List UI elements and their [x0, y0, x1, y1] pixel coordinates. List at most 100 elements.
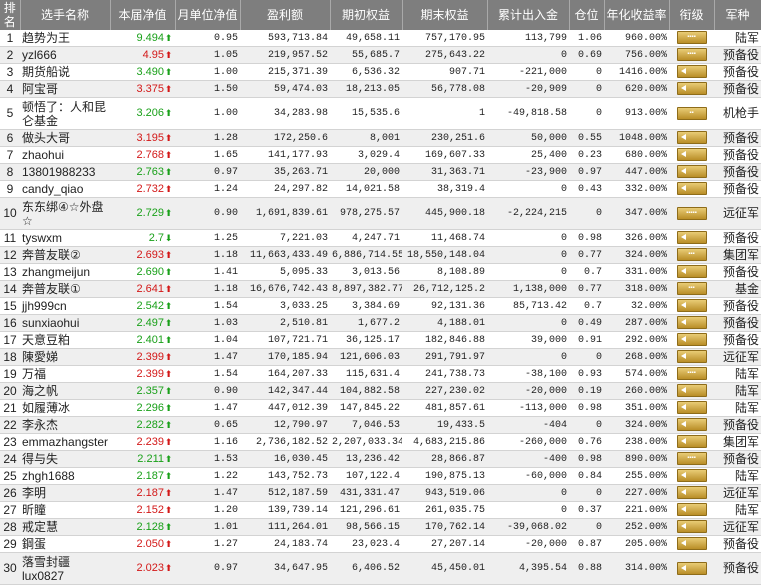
position-cell: 0.98	[569, 399, 604, 417]
table-row[interactable]: 5 顿悟了：人和昆仑基金 3.206⬆ 1.00 34,283.98 15,535.6 1-…	[0, 97, 761, 130]
player-name-link[interactable]: jjh999cn	[20, 297, 110, 315]
table-row[interactable]: 27 昕瞳 2.152⬆ 1.20 139,739.14 121,296.61 261,03…	[0, 501, 761, 519]
col-start-equity[interactable]: 期初权益	[330, 0, 403, 30]
position-cell: 0	[569, 197, 604, 230]
player-name-link[interactable]: emmazhangster	[20, 433, 110, 451]
table-row[interactable]: 1 趋势为王 9.494⬆ 0.95 593,713.84 49,658.11 757,17…	[0, 30, 761, 47]
table-row[interactable]: 29 鋼蛋 2.050⬆ 1.27 24,183.74 23,023.4 27,207.14…	[0, 535, 761, 553]
start-equity-cell: 1,677.2	[330, 314, 402, 332]
branch-cell: 预备役	[714, 80, 761, 98]
start-equity-cell: 6,406.52	[330, 552, 402, 585]
month-nav-cell: 0.90	[175, 382, 240, 400]
player-name-link[interactable]: 李永杰	[20, 416, 110, 434]
table-row[interactable]: 6 做头大哥 3.195⬆ 1.28 172,250.6 8,001 230,251.6 50…	[0, 129, 761, 147]
table-row[interactable]: 17 天意豆粕 2.401⬆ 1.04 107,721.71 36,125.17 182,8…	[0, 331, 761, 349]
table-row[interactable]: 30 落雪封疆 lux0827 2.023⬆ 0.97 34,647.95 6,406.5…	[0, 552, 761, 585]
player-name-link[interactable]: zhgh1688	[20, 467, 110, 485]
rank-cell: 12	[0, 246, 20, 264]
table-row[interactable]: 15 jjh999cn 2.542⬆ 1.54 3,033.25 3,384.69 92,1…	[0, 297, 761, 315]
trend-arrow-icon: ⬆	[164, 66, 173, 77]
player-name-link[interactable]: 天意豆粕	[20, 331, 110, 349]
player-name-link[interactable]: sunxiaohui	[20, 314, 110, 332]
col-profit[interactable]: 盈利额	[240, 0, 331, 30]
table-row[interactable]: 19 万福 2.399⬆ 1.54 164,207.33 115,631.4 241,738…	[0, 365, 761, 383]
month-nav-cell: 1.27	[175, 535, 240, 553]
table-row[interactable]: 18 陳愛娣 2.399⬆ 1.47 170,185.94 121,606.03 291,7…	[0, 348, 761, 366]
player-name-link[interactable]: yzl666	[20, 46, 110, 64]
player-name-link[interactable]: 做头大哥	[20, 129, 110, 147]
player-name-link[interactable]: 东东绑④☆外盘☆	[20, 197, 110, 230]
player-name-link[interactable]: 得与失	[20, 450, 110, 468]
player-name-link[interactable]: 戒定慧	[20, 518, 110, 536]
branch-cell: 陆军	[714, 501, 761, 519]
nav-value: 2.729	[136, 207, 164, 219]
table-row[interactable]: 23 emmazhangster 2.239⬆ 1.16 2,736,182.52 2,2…	[0, 433, 761, 451]
col-rank-badge[interactable]: 衔级	[669, 0, 715, 30]
end-equity-cell: 169,607.33	[402, 146, 487, 164]
col-position[interactable]: 仓位	[569, 0, 605, 30]
table-row[interactable]: 13 zhangmeijun 2.690⬆ 1.41 5,095.33 3,013.56 8…	[0, 263, 761, 281]
table-row[interactable]: 9 candy_qiao 2.732⬆ 1.24 24,297.82 14,021.58 3…	[0, 180, 761, 198]
nav-cell: 2.211⬆	[110, 450, 175, 468]
rank-badge-cell	[669, 416, 714, 434]
player-name-link[interactable]: 期货船说	[20, 63, 110, 81]
player-name-link[interactable]: 顿悟了：人和昆仑基金	[20, 97, 110, 130]
player-name-link[interactable]: 落雪封疆 lux0827	[20, 552, 110, 585]
player-name-link[interactable]: 鋼蛋	[20, 535, 110, 553]
branch-cell: 预备役	[714, 535, 761, 553]
table-row[interactable]: 3 期货船说 3.490⬆ 1.00 215,371.39 6,536.32 907.71-…	[0, 63, 761, 81]
rank-cell: 30	[0, 552, 20, 585]
player-name-link[interactable]: 13801988233	[20, 163, 110, 181]
col-name[interactable]: 选手名称	[20, 0, 111, 30]
rank-badge-icon: ▪▪▪	[676, 248, 707, 262]
player-name-link[interactable]: 海之帆	[20, 382, 110, 400]
player-name-link[interactable]: tyswxm	[20, 229, 110, 247]
col-month-nav[interactable]: 月单位净值	[175, 0, 241, 30]
table-row[interactable]: 11 tyswxm 2.7⬇ 1.25 7,221.03 4,247.71 11,468.7…	[0, 229, 761, 247]
player-name-link[interactable]: zhangmeijun	[20, 263, 110, 281]
col-end-equity[interactable]: 期末权益	[402, 0, 488, 30]
end-equity-cell: 757,170.95	[402, 30, 487, 47]
table-row[interactable]: 26 李明 2.187⬆ 1.47 512,187.59 431,331.47 943,51…	[0, 484, 761, 502]
table-row[interactable]: 22 李永杰 2.282⬆ 0.65 12,790.97 7,046.53 19,433.5…	[0, 416, 761, 434]
rank-badge-cell	[669, 80, 714, 98]
start-equity-cell: 8,897,382.77	[330, 280, 402, 298]
col-nav[interactable]: 本届净值	[110, 0, 176, 30]
col-branch[interactable]: 军种	[714, 0, 761, 30]
table-row[interactable]: 4 阿宝哥 3.375⬆ 1.50 59,474.03 18,213.05 56,778.0…	[0, 80, 761, 98]
player-name-link[interactable]: 阿宝哥	[20, 80, 110, 98]
table-row[interactable]: 2 yzl666 4.95⬆ 1.05 219,957.52 55,685.7 275,64…	[0, 46, 761, 64]
table-row[interactable]: 7 zhaohui 2.768⬆ 1.65 141,177.93 3,029.4 169,6…	[0, 146, 761, 164]
table-row[interactable]: 14 奔普友联① 2.641⬆ 1.18 16,676,742.43 8,897,382.…	[0, 280, 761, 298]
player-name-link[interactable]: 奔普友联①	[20, 280, 110, 298]
table-row[interactable]: 16 sunxiaohui 2.497⬆ 1.03 2,510.81 1,677.2 4,1…	[0, 314, 761, 332]
nav-value: 2.357	[136, 384, 164, 397]
position-cell: 0.84	[569, 467, 604, 485]
player-name-link[interactable]: 陳愛娣	[20, 348, 110, 366]
col-annual-return[interactable]: 年化收益率	[604, 0, 670, 30]
table-row[interactable]: 28 戒定慧 2.128⬆ 1.01 111,264.01 98,566.15 170,76…	[0, 518, 761, 536]
annual-return-cell: 332.00%	[604, 180, 669, 198]
player-name-link[interactable]: 李明	[20, 484, 110, 502]
trend-arrow-icon: ⬆	[164, 470, 173, 481]
player-name-link[interactable]: candy_qiao	[20, 180, 110, 198]
col-rank[interactable]: 排名	[0, 0, 21, 30]
table-row[interactable]: 25 zhgh1688 2.187⬆ 1.22 143,752.73 107,122.4 1…	[0, 467, 761, 485]
player-name-link[interactable]: 万福	[20, 365, 110, 383]
profit-cell: 3,033.25	[240, 297, 330, 315]
player-name-link[interactable]: 趋势为王	[20, 30, 110, 47]
table-row[interactable]: 20 海之帆 2.357⬆ 0.90 142,347.44 104,882.58 227,2…	[0, 382, 761, 400]
table-row[interactable]: 24 得与失 2.211⬆ 1.53 16,030.45 13,236.42 28,866.…	[0, 450, 761, 468]
col-cash-flow[interactable]: 累计出入金	[487, 0, 570, 30]
table-row[interactable]: 21 如履薄冰 2.296⬆ 1.47 447,012.39 147,845.22 481,…	[0, 399, 761, 417]
player-name-link[interactable]: 奔普友联②	[20, 246, 110, 264]
player-name-link[interactable]: 昕瞳	[20, 501, 110, 519]
annual-return-cell: 960.00%	[604, 30, 669, 47]
table-row[interactable]: 12 奔普友联② 2.693⬆ 1.18 11,663,433.49 6,886,714.…	[0, 246, 761, 264]
table-row[interactable]: 10 东东绑④☆外盘☆ 2.729⬆ 0.90 1,691,839.61 978,275.…	[0, 197, 761, 230]
rank-badge-cell: ▪▪▪▪	[669, 46, 714, 64]
rank-badge-icon: ▪▪▪▪	[676, 31, 707, 45]
player-name-link[interactable]: zhaohui	[20, 146, 110, 164]
table-row[interactable]: 8 13801988233 2.763⬆ 0.97 35,263.71 20,000 31,…	[0, 163, 761, 181]
player-name-link[interactable]: 如履薄冰	[20, 399, 110, 417]
